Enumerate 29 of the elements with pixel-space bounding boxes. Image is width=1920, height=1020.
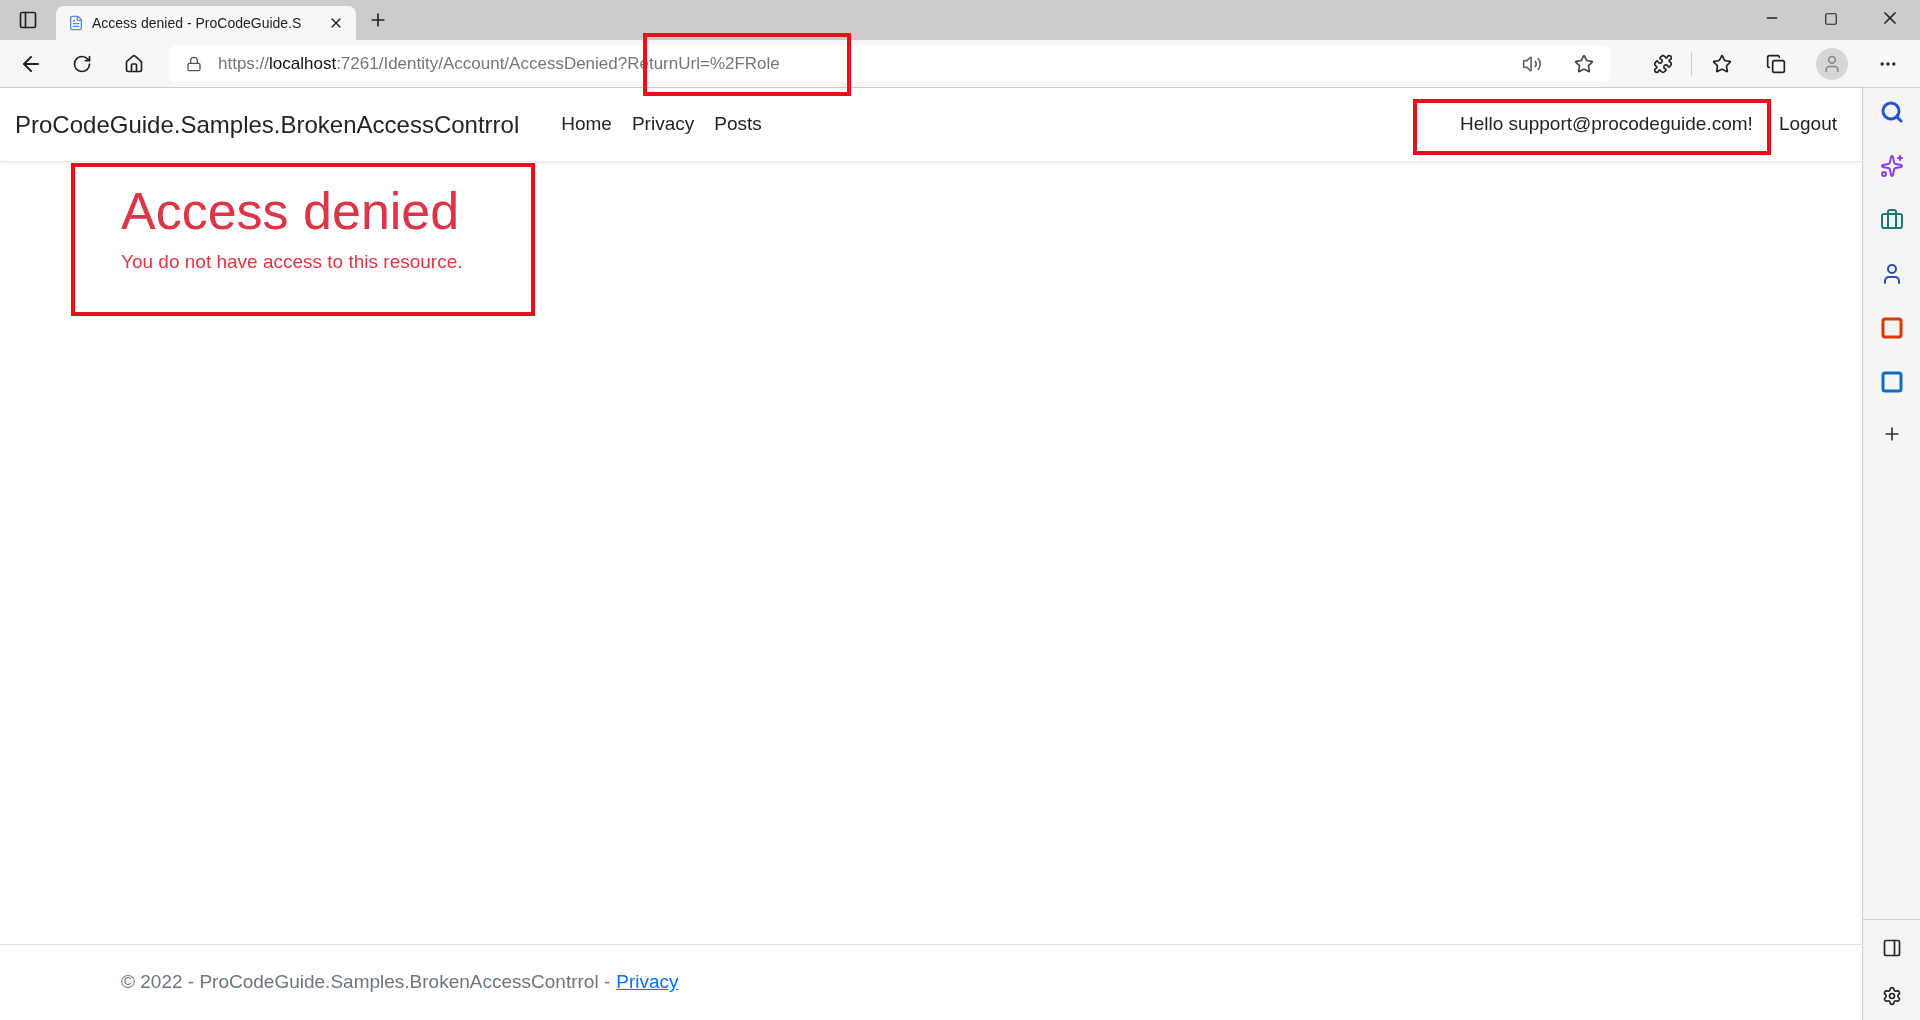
add-favorite-icon[interactable] bbox=[1574, 53, 1594, 74]
page-icon bbox=[68, 15, 84, 31]
speaker-icon[interactable] bbox=[1522, 53, 1542, 74]
settings-icon[interactable] bbox=[1881, 986, 1902, 1006]
privacy-link[interactable]: Privacy bbox=[616, 968, 679, 997]
sparkle-icon[interactable] bbox=[1879, 154, 1904, 178]
nav-link[interactable]: Home bbox=[551, 110, 622, 139]
restore-icon[interactable] bbox=[1824, 12, 1838, 26]
lock-icon bbox=[186, 55, 202, 72]
nav-link[interactable]: Posts bbox=[704, 110, 772, 139]
tab-title: Access denied - ProCodeGuide.S bbox=[92, 13, 303, 33]
greeting-text: Hello support@procodeguide.com! bbox=[1460, 112, 1753, 137]
logout-link[interactable]: Logout bbox=[1778, 110, 1837, 139]
favorites-icon[interactable] bbox=[1712, 53, 1732, 74]
browser-tab[interactable]: Access denied - ProCodeGuide.S bbox=[56, 6, 356, 40]
nav-link[interactable]: Privacy bbox=[621, 110, 705, 139]
tab-actions-icon[interactable] bbox=[18, 10, 38, 30]
extensions-icon[interactable] bbox=[1653, 53, 1673, 74]
refresh-icon[interactable] bbox=[72, 53, 92, 74]
briefcase-icon[interactable] bbox=[1879, 208, 1904, 232]
footer-text: © 2022 - ProCodeGuide.Samples.BrokenAccessContrrol - bbox=[121, 970, 611, 995]
brand-link[interactable]: ProCodeGuide.Samples.BrokenAccessContrrol bbox=[15, 106, 520, 143]
page-heading: Access denied bbox=[121, 181, 460, 242]
hide-sidebar-icon[interactable] bbox=[1881, 938, 1902, 958]
search-icon[interactable] bbox=[1879, 100, 1904, 124]
home-icon[interactable] bbox=[124, 53, 144, 74]
collections-icon[interactable] bbox=[1766, 53, 1786, 74]
profile-avatar[interactable] bbox=[1816, 47, 1848, 80]
error-message: You do not have access to this resource. bbox=[121, 250, 464, 275]
